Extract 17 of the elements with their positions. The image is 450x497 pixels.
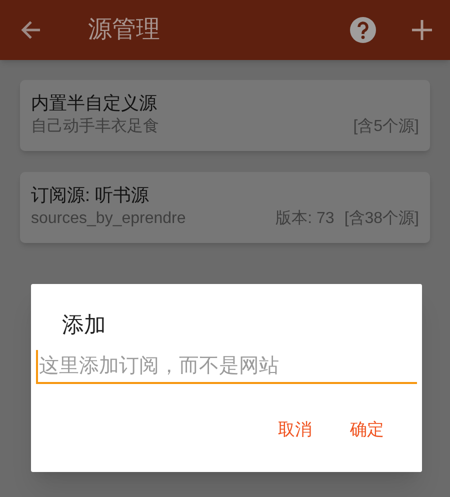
source-count: [含5个源] xyxy=(353,117,419,137)
source-name: 内置半自定义源 xyxy=(31,92,157,115)
source-subtitle: sources_by_eprendre xyxy=(31,209,186,229)
dialog-title: 添加 xyxy=(62,311,106,339)
dialog-button[interactable]: 取消 xyxy=(278,418,312,442)
back-icon[interactable] xyxy=(20,19,42,41)
source-version: 版本: 73 xyxy=(276,208,334,229)
input-field[interactable]: 这里添加订阅，而不是网站 xyxy=(36,350,417,384)
dialog-button[interactable]: 确定 xyxy=(350,418,384,442)
add-icon[interactable] xyxy=(412,20,432,40)
screen-title: 源管理 xyxy=(88,15,160,45)
source-name: 订阅源: 听书源 xyxy=(31,184,150,207)
source-card[interactable]: 订阅源: 听书源 sources_by_eprendre 版本: 73 [含38个源] xyxy=(20,172,430,243)
source-subtitle: 自己动手丰衣足食 xyxy=(31,116,159,137)
help-icon[interactable] xyxy=(350,17,376,43)
source-count: [含38个源] xyxy=(344,209,419,229)
source-card[interactable]: 内置半自定义源 自己动手丰衣足食 [含5个源] xyxy=(20,80,430,151)
